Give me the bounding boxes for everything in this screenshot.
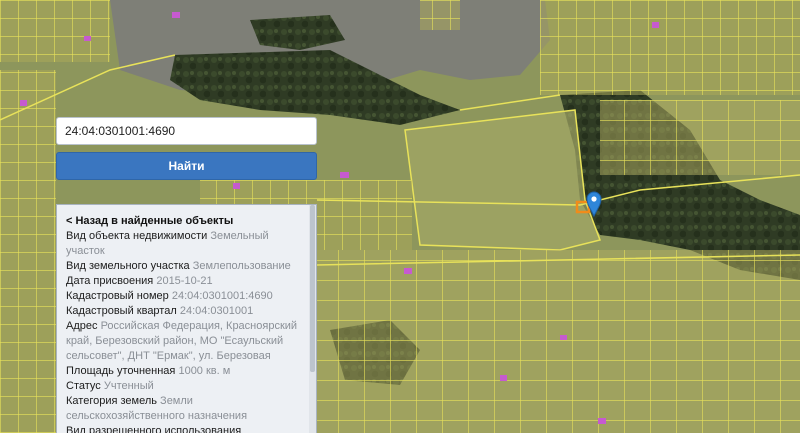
parcel-grid (600, 100, 800, 175)
parcel-grid (0, 0, 110, 62)
parcel-grid (0, 70, 56, 433)
parcel-grid (317, 180, 412, 250)
info-label: Дата присвоения (66, 275, 154, 287)
back-to-results-link[interactable]: < Назад в найденные объекты (66, 214, 302, 229)
parcel-grid (317, 250, 800, 433)
info-label: Вид разрешенного использования (66, 425, 242, 433)
info-row: Кадастровый квартал 24:04:0301001 (66, 304, 302, 319)
info-row: Вид разрешенного использования (66, 424, 302, 433)
info-value: 2015-10-21 (156, 275, 213, 287)
info-value: Учтенный (103, 380, 154, 392)
scrollbar-thumb[interactable] (310, 205, 315, 372)
info-label: Площадь уточненная (66, 365, 176, 377)
info-row: Категория земель Земли сельскохозяйствен… (66, 394, 302, 424)
info-label: Статус (66, 380, 101, 392)
agricultural-field (404, 109, 601, 251)
info-value: 1000 кв. м (178, 365, 231, 377)
info-row: Адрес Российская Федерация, Красноярский… (66, 319, 302, 364)
info-row: Вид земельного участка Землепользование (66, 259, 302, 274)
info-label: Вид земельного участка (66, 260, 190, 272)
parcel-grid (200, 180, 317, 204)
info-value: 24:04:0301001:4690 (171, 290, 273, 302)
search-button[interactable]: Найти (56, 152, 317, 180)
info-label: Категория земель (66, 395, 157, 407)
info-row: Кадастровый номер 24:04:0301001:4690 (66, 289, 302, 304)
info-label: Кадастровый номер (66, 290, 169, 302)
parcel-grid (420, 0, 460, 30)
info-value: Российская Федерация, Красноярский край,… (66, 320, 298, 362)
object-info-content: < Назад в найденные объекты Вид объекта … (66, 214, 302, 433)
info-row: Вид объекта недвижимости Земельный участ… (66, 229, 302, 259)
cadastral-search-input[interactable] (56, 117, 317, 145)
info-row: Статус Учтенный (66, 379, 302, 394)
object-info-panel: < Назад в найденные объекты Вид объекта … (56, 204, 317, 433)
info-label: Вид объекта недвижимости (66, 230, 208, 242)
panel-scrollbar[interactable] (309, 205, 316, 433)
info-row: Площадь уточненная 1000 кв. м (66, 364, 302, 379)
parcel-grid (540, 0, 800, 95)
info-value: Землепользование (192, 260, 291, 272)
info-label: Адрес (66, 320, 98, 332)
info-label: Кадастровый квартал (66, 305, 177, 317)
info-row: Дата присвоения 2015-10-21 (66, 274, 302, 289)
info-value: 24:04:0301001 (179, 305, 254, 317)
